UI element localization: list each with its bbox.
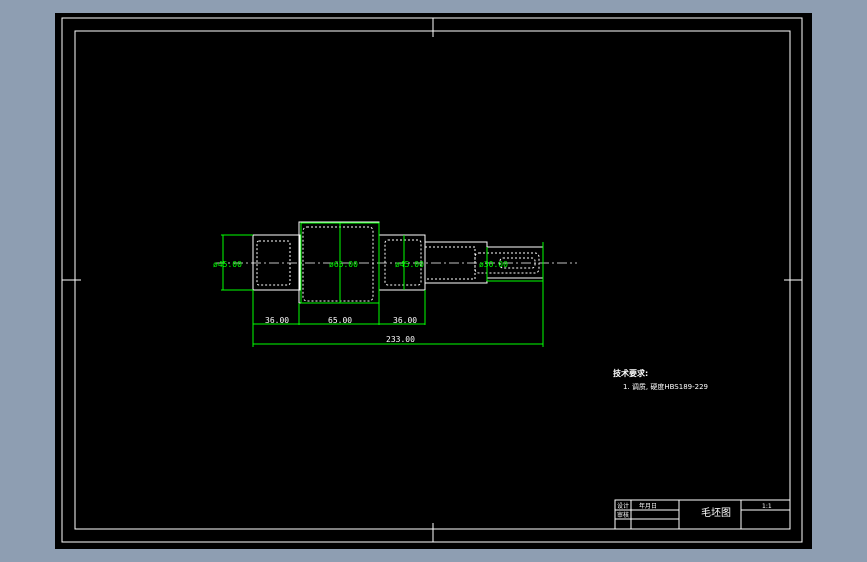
drawing-canvas[interactable]: ø45.00 ø65.00 ø45.00 ø30.00 36.00 65.00 … xyxy=(55,13,812,549)
title-drawing-name: 毛坯图 xyxy=(701,507,731,519)
centering-marks xyxy=(62,18,802,542)
dim-dia-left: ø45.00 xyxy=(213,260,242,269)
dim-dia-center: ø65.00 xyxy=(329,260,358,269)
outer-frame xyxy=(61,17,803,543)
dim-dia-right1: ø45.00 xyxy=(395,260,424,269)
cad-drawing-viewport[interactable]: ø45.00 ø65.00 ø45.00 ø30.00 36.00 65.00 … xyxy=(55,13,812,549)
dim-len2: 65.00 xyxy=(328,316,352,325)
notes-heading: 技术要求: xyxy=(613,368,648,378)
title-drawn-label: 设计 xyxy=(617,502,629,510)
inner-frame xyxy=(74,30,791,530)
dim-dia-right2: ø30.00 xyxy=(479,260,508,269)
title-scale: 1:1 xyxy=(762,503,772,510)
notes-item1: 1. 调质, 硬度HBS189-229 xyxy=(623,382,708,391)
dim-len1: 36.00 xyxy=(265,316,289,325)
dim-total: 233.00 xyxy=(386,335,415,344)
title-drawn-value: 年月日 xyxy=(639,502,657,510)
dim-len3: 36.00 xyxy=(393,316,417,325)
title-check-label: 审核 xyxy=(617,511,629,519)
